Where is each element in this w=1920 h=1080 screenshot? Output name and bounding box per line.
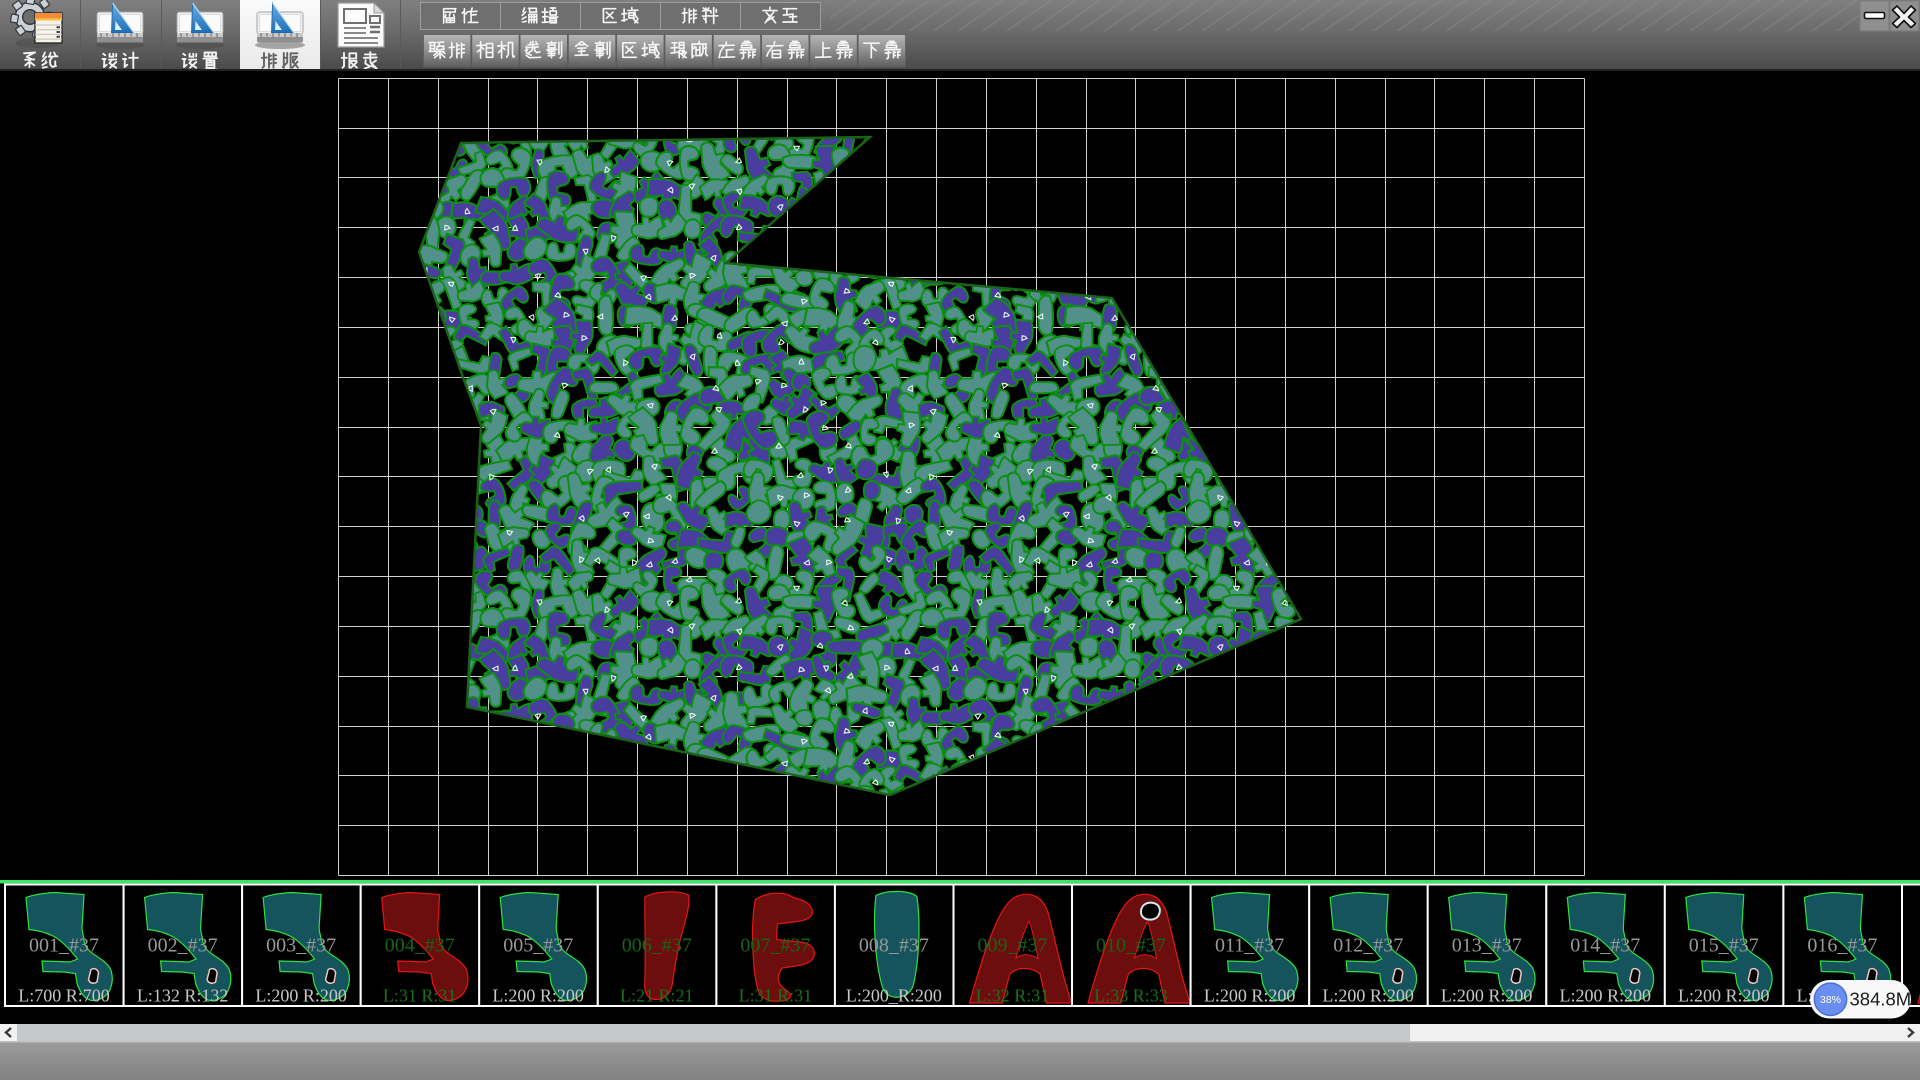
svg-text:004_#37: 004_#37	[385, 935, 455, 957]
svg-text:L:200 R:200: L:200 R:200	[492, 986, 584, 1006]
svg-text:016_#37: 016_#37	[1807, 935, 1877, 957]
svg-text:015_#37: 015_#37	[1689, 935, 1759, 957]
svg-text:L:33 R:33: L:33 R:33	[1094, 986, 1168, 1006]
svg-text:L:21 R:21: L:21 R:21	[620, 986, 694, 1006]
svg-text:003_#37: 003_#37	[266, 935, 336, 957]
svg-text:384.8M: 384.8M	[1850, 989, 1912, 1010]
svg-text:L:200 R:200: L:200 R:200	[1204, 986, 1296, 1006]
svg-text:012_#37: 012_#37	[1333, 935, 1403, 957]
svg-text:006_#37: 006_#37	[622, 935, 692, 957]
svg-text:L:200 R:200: L:200 R:200	[1322, 986, 1414, 1006]
svg-text:L:200_R:200: L:200_R:200	[846, 986, 942, 1006]
svg-text:L:31 R:31: L:31 R:31	[739, 986, 813, 1006]
svg-text:007_#37: 007_#37	[740, 935, 810, 957]
svg-text:38%: 38%	[1820, 994, 1841, 1006]
svg-text:L:132 R:132: L:132 R:132	[137, 986, 229, 1006]
svg-text:L:31 R:31: L:31 R:31	[383, 986, 457, 1006]
svg-text:001_#37: 001_#37	[29, 935, 99, 957]
svg-text:L:200 R:200: L:200 R:200	[1678, 986, 1770, 1006]
svg-text:014_#37: 014_#37	[1570, 935, 1640, 957]
svg-text:008_#37: 008_#37	[859, 935, 929, 957]
svg-text:L:200 R:200: L:200 R:200	[1441, 986, 1533, 1006]
svg-text:L:700 R:700: L:700 R:700	[18, 986, 110, 1006]
svg-text:L:32 R:31: L:32 R:31	[976, 986, 1050, 1006]
svg-text:011_#37: 011_#37	[1215, 935, 1284, 957]
svg-text:002_#37: 002_#37	[148, 935, 218, 957]
svg-text:009_#37: 009_#37	[978, 935, 1048, 957]
svg-text:010_#37: 010_#37	[1096, 935, 1166, 957]
svg-text:L:200 R:200: L:200 R:200	[255, 986, 347, 1006]
svg-text:005_#37: 005_#37	[503, 935, 573, 957]
svg-text:013_#37: 013_#37	[1452, 935, 1522, 957]
svg-text:L:200 R:200: L:200 R:200	[1560, 986, 1652, 1006]
